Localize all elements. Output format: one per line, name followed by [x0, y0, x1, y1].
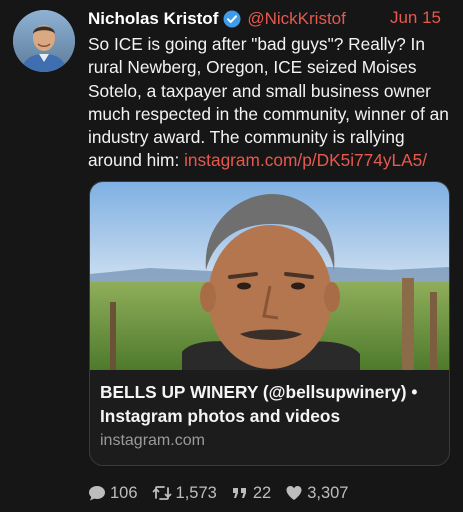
like-button[interactable]: 3,307	[285, 484, 348, 503]
retweet-icon	[152, 486, 171, 500]
link-preview-card[interactable]: BELLS UP WINERY (@bellsupwinery) • Insta…	[89, 181, 450, 466]
tweet-date[interactable]: Jun 15	[390, 8, 441, 28]
avatar-photo	[13, 10, 75, 72]
quote-count: 22	[252, 483, 272, 502]
heart-icon	[286, 486, 302, 500]
author-handle[interactable]: @NickKristof	[247, 9, 346, 29]
like-count: 3,307	[307, 483, 349, 502]
quote-icon	[232, 488, 246, 498]
retweet-button[interactable]: 1,573	[152, 484, 217, 503]
tweet-text: So ICE is going after "bad guys"? Really…	[88, 33, 453, 173]
tweet-link[interactable]: instagram.com/p/DK5i774yLA5/	[184, 150, 427, 170]
quote-button[interactable]: 22	[231, 484, 271, 503]
retweet-count: 1,573	[175, 483, 217, 502]
card-image	[90, 182, 449, 370]
card-domain: instagram.com	[100, 432, 205, 449]
card-title: BELLS UP WINERY (@bellsupwinery) • Insta…	[100, 382, 418, 426]
reply-icon	[89, 486, 105, 501]
tweet-header: Nicholas Kristof @NickKristof Jun 15	[88, 8, 453, 30]
reply-button[interactable]: 106	[88, 484, 138, 503]
verified-badge-icon	[223, 10, 241, 28]
reply-count: 106	[110, 483, 138, 502]
author-display-name[interactable]: Nicholas Kristof	[88, 9, 218, 29]
author-avatar[interactable]	[13, 10, 75, 72]
tweet[interactable]: Nicholas Kristof @NickKristof Jun 15 So …	[0, 0, 463, 512]
tweet-actions: 106 1,573 22 3,307	[88, 482, 362, 504]
